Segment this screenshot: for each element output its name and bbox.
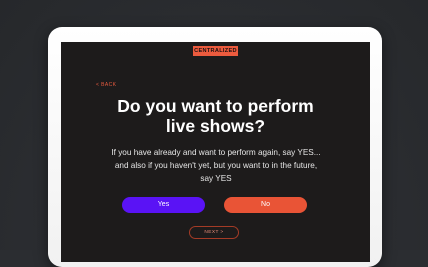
question-description: If you have already and want to perform … [86,146,346,185]
question-title: Do you want to perform live shows? [61,96,370,136]
next-button[interactable]: NEXT > [189,226,239,239]
brand-logo: CENTRALIZED [193,46,238,56]
question-title-line-1: Do you want to perform [117,96,314,116]
question-title-line-2: live shows? [165,116,266,136]
yes-button[interactable]: Yes [122,197,205,213]
back-link[interactable]: < BACK [96,82,116,88]
description-line-1: If you have already and want to perform … [111,148,321,157]
description-line-2: and also if you haven't yet, but you wan… [114,161,318,170]
no-button[interactable]: No [224,197,307,213]
description-line-3: say YES [200,174,232,183]
